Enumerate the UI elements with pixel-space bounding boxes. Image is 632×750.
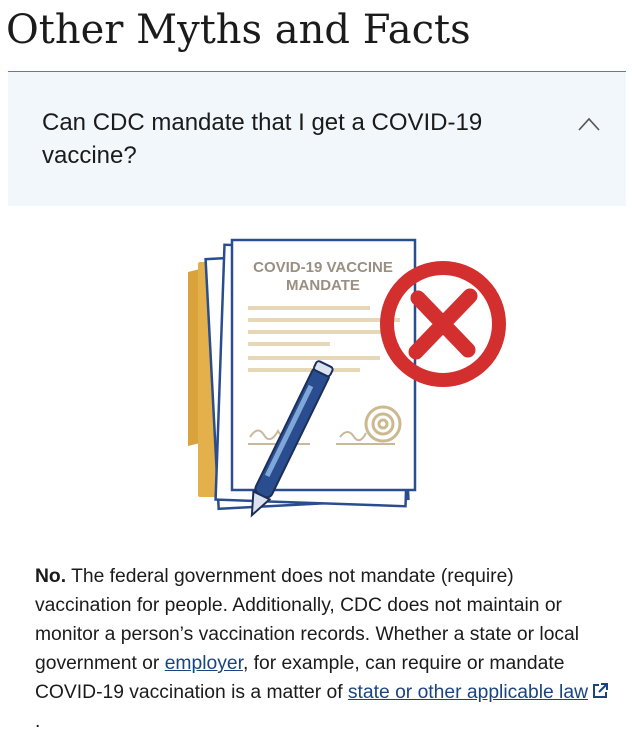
- employer-link[interactable]: employer: [165, 653, 243, 674]
- accordion-question: Can CDC mandate that I get a COVID-19 va…: [42, 109, 483, 169]
- state-law-link[interactable]: state or other applicable law: [348, 682, 609, 703]
- state-law-link-label: state or other applicable law: [347, 682, 588, 703]
- answer-text: No. The federal government does not mand…: [35, 562, 615, 736]
- mandate-illustration: COVID-19 VACCINE MANDATE: [188, 238, 506, 518]
- external-link-icon: [593, 683, 608, 698]
- page-title: Other Myths and Facts: [6, 7, 471, 53]
- chevron-up-icon[interactable]: [578, 117, 600, 131]
- answer-text-part3: .: [35, 711, 41, 732]
- answer-lead: No.: [35, 566, 67, 587]
- accordion-header[interactable]: Can CDC mandate that I get a COVID-19 va…: [8, 72, 626, 206]
- document-title-line2: MANDATE: [286, 277, 360, 294]
- document-title-line1: COVID-19 VACCINE: [253, 259, 393, 276]
